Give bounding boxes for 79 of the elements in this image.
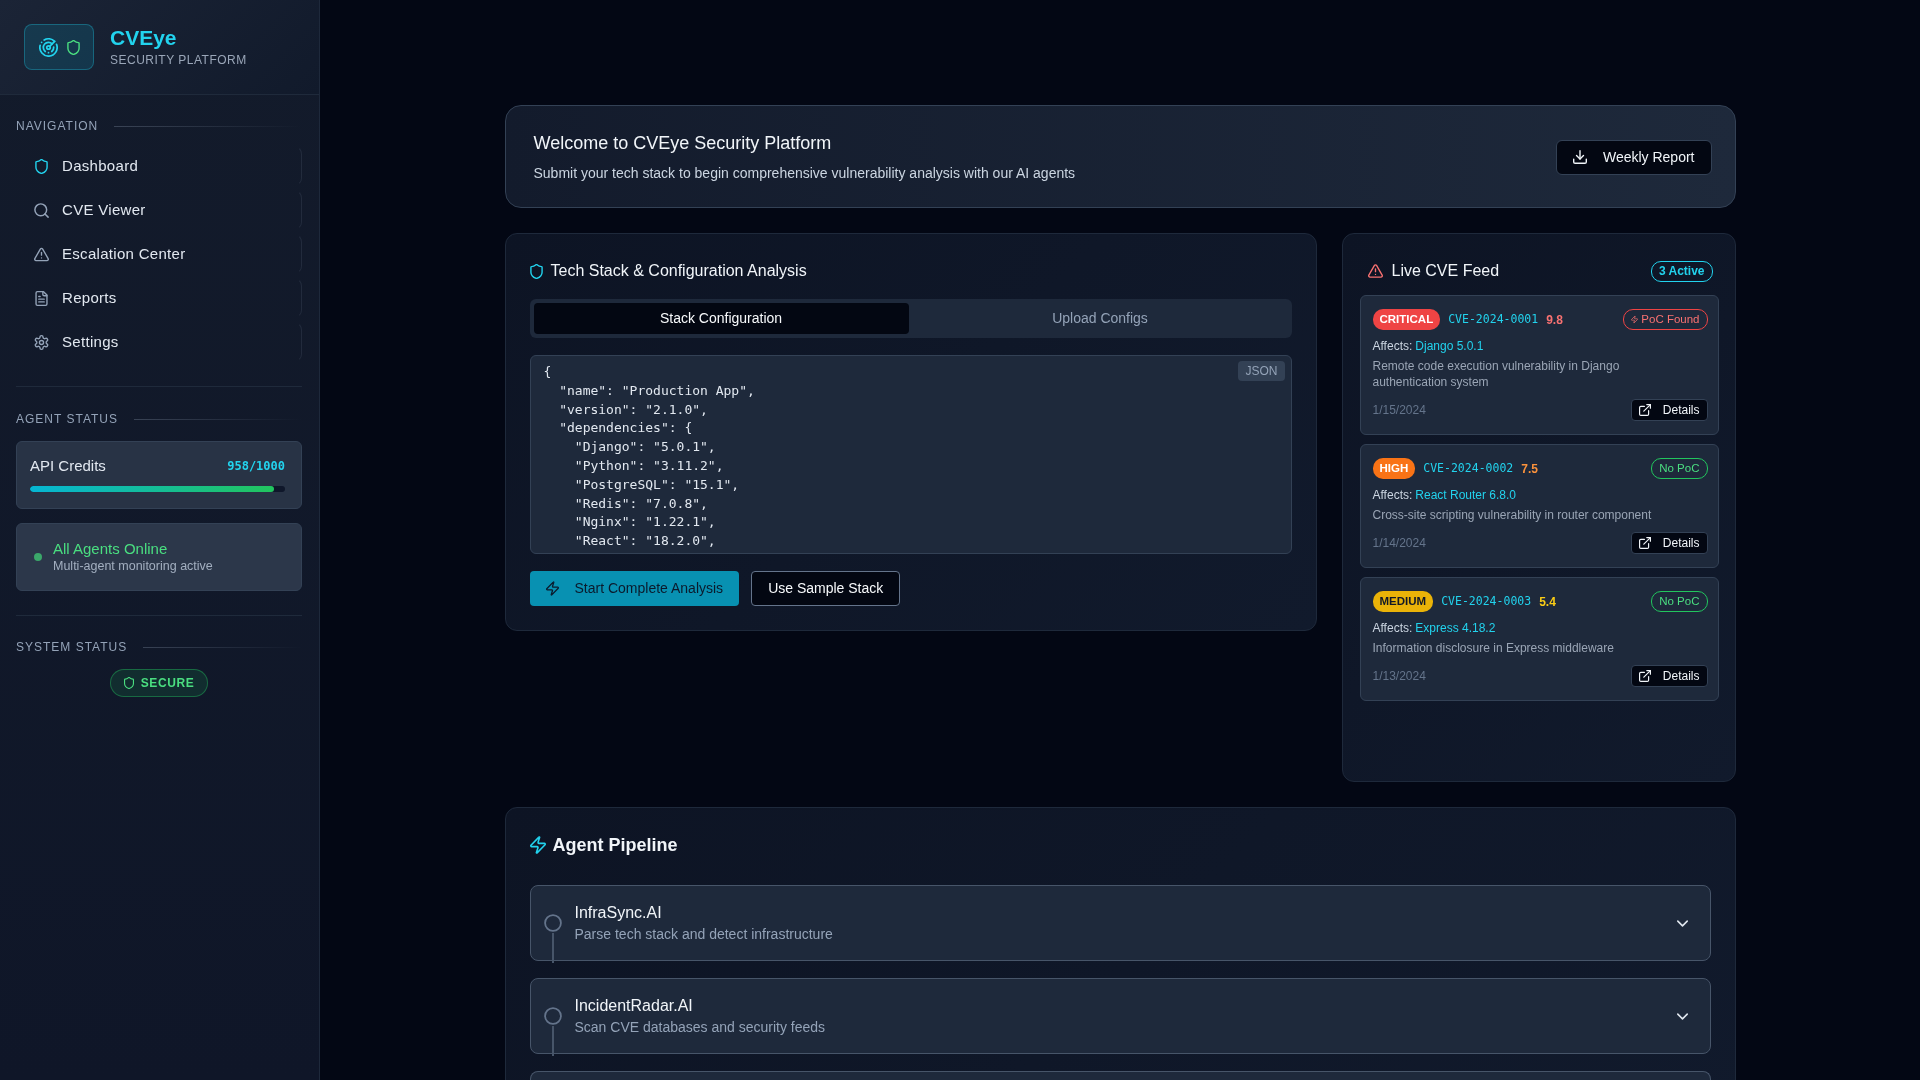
cve-date: 1/14/2024	[1372, 535, 1426, 552]
affects-label: Affects:	[1372, 338, 1413, 354]
shield-icon	[66, 39, 80, 55]
status-dot-icon	[34, 553, 42, 561]
pipeline-step[interactable]: InfraSync.AI Parse tech stack and detect infrastructure	[529, 885, 1711, 961]
affected-package: React Router 6.8.0	[1415, 487, 1517, 503]
cve-date: 1/13/2024	[1372, 668, 1426, 685]
nav-item[interactable]: Reports	[16, 278, 302, 318]
cve-description: Remote code execution vulnerability in Django authentication system	[1372, 358, 1621, 390]
cve-date: 1/15/2024	[1372, 402, 1426, 419]
lightning-icon	[545, 581, 559, 596]
status-ring-icon	[543, 1007, 562, 1025]
nav-item[interactable]: CVE Viewer	[16, 190, 302, 230]
section-heading: SYSTEM STATUS	[16, 639, 128, 655]
affects-label: Affects:	[1372, 620, 1413, 636]
shield-icon	[123, 677, 134, 689]
download-icon	[1572, 150, 1587, 164]
poc-label: No PoC	[1659, 594, 1700, 609]
details-button[interactable]: Details	[1630, 532, 1708, 554]
agent-description: Scan CVE databases and security feeds	[574, 1018, 827, 1036]
tab[interactable]: Stack Configuration	[533, 303, 909, 334]
brand-tagline: SECURITY PLATFORM	[110, 53, 247, 68]
agent-name: IncidentRadar.AI	[574, 996, 694, 1016]
cve-description: Cross-site scripting vulnerability in router component	[1372, 507, 1653, 523]
credits-label: API Credits	[30, 456, 106, 476]
external-link-icon	[1638, 537, 1651, 549]
chevron-down-icon	[1676, 1012, 1688, 1020]
poc-label: No PoC	[1659, 461, 1700, 476]
radar-icon	[38, 37, 58, 57]
connector-line	[551, 1026, 554, 1056]
cve-id: CVE-2024-0001	[1448, 310, 1539, 328]
status-ring-icon	[543, 914, 562, 932]
severity-tag: MEDIUM	[1372, 591, 1434, 612]
affects-label: Affects:	[1372, 487, 1413, 503]
panel-title: Agent Pipeline	[552, 834, 678, 857]
details-button[interactable]: Details	[1630, 665, 1708, 687]
welcome-title: Welcome to CVEye Security Platform	[533, 132, 833, 155]
affected-package: Express 4.18.2	[1415, 620, 1496, 636]
nav-item[interactable]: Settings	[16, 322, 302, 362]
section-heading: NAVIGATION	[16, 118, 99, 134]
cve-description: Information disclosure in Express middleware	[1372, 640, 1615, 656]
tab[interactable]: Upload Configs	[912, 303, 1288, 334]
chevron-down-icon	[1676, 919, 1688, 927]
severity-tag: CRITICAL	[1372, 309, 1441, 330]
nav-item[interactable]: Escalation Center	[16, 234, 302, 274]
secure-label: SECURE	[140, 675, 195, 692]
cvss-score: 9.8	[1546, 311, 1563, 329]
external-link-icon	[1638, 670, 1651, 682]
agent-description: Parse tech stack and detect infrastructure	[574, 925, 834, 943]
active-count: 3 Active	[1650, 260, 1713, 282]
severity-tag: HIGH	[1372, 458, 1416, 479]
format-tag: JSON	[1238, 361, 1285, 381]
connector-line	[551, 933, 554, 963]
warning-icon	[1367, 264, 1383, 278]
nav-item[interactable]: Dashboard	[16, 146, 302, 186]
panel-title: Tech Stack & Configuration Analysis	[550, 261, 807, 281]
poc-label: PoC Found	[1641, 312, 1700, 327]
external-link-icon	[1638, 404, 1651, 416]
credits-reading: 958/1000	[227, 458, 285, 475]
agents-status-subtitle: Multi-agent monitoring active	[53, 558, 213, 574]
details-button[interactable]: Details	[1630, 399, 1708, 421]
brand-name: CVEye	[110, 26, 178, 50]
shield-icon	[529, 263, 543, 279]
lightning-icon	[529, 836, 546, 854]
cve-id: CVE-2024-0003	[1441, 592, 1532, 610]
weekly-report-button[interactable]: Weekly Report	[1555, 139, 1712, 175]
section-heading: AGENT STATUS	[16, 411, 118, 427]
cvss-score: 7.5	[1521, 460, 1538, 478]
cvss-score: 5.4	[1539, 593, 1556, 611]
lightning-icon	[1631, 315, 1639, 324]
agents-status-title: All Agents Online	[53, 540, 169, 558]
start-analysis-button[interactable]: Start Complete Analysis	[529, 571, 740, 606]
cve-id: CVE-2024-0002	[1423, 459, 1514, 477]
welcome-subtitle: Submit your tech stack to begin comprehensive vulnerability analysis with our AI agents	[533, 164, 1076, 183]
pipeline-step[interactable]: IncidentRadar.AI Scan CVE databases and security feeds	[529, 978, 1711, 1054]
sample-stack-button[interactable]: Use Sample Stack	[751, 571, 901, 606]
agent-name: InfraSync.AI	[574, 903, 663, 923]
panel-title: Live CVE Feed	[1391, 261, 1500, 281]
affected-package: Django 5.0.1	[1415, 338, 1484, 354]
